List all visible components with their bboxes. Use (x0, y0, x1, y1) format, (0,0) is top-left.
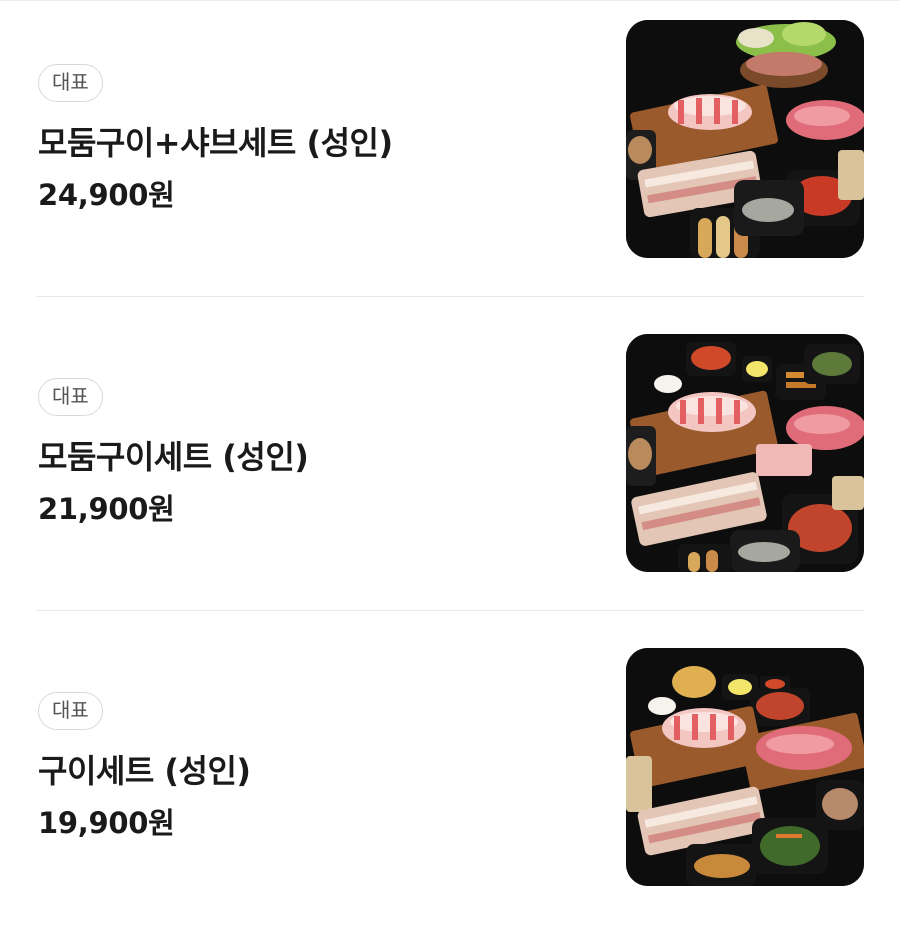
menu-item[interactable]: 대표 모둠구이+샤브세트 (성인) 24,900원 (0, 0, 900, 314)
menu-item-price: 19,900원 (38, 806, 175, 840)
row-divider (36, 610, 864, 611)
row-divider (36, 296, 864, 297)
meat-platter-image (626, 20, 864, 258)
meat-platter-image (626, 648, 864, 886)
menu-item[interactable]: 대표 구이세트 (성인) 19,900원 (0, 628, 900, 942)
menu-list: 대표 모둠구이+샤브세트 (성인) 24,900원 대표 모둠구이세트 (성인)… (0, 0, 900, 908)
menu-item-price: 24,900원 (38, 178, 175, 212)
menu-item-photo (626, 648, 864, 886)
signature-badge: 대표 (38, 64, 103, 102)
menu-item-price: 21,900원 (38, 492, 175, 526)
menu-item-name: 모둠구이+샤브세트 (성인) (38, 124, 393, 162)
menu-item-photo (626, 334, 864, 572)
menu-item-name: 모둠구이세트 (성인) (38, 438, 309, 476)
menu-item-name: 구이세트 (성인) (38, 752, 251, 790)
menu-item[interactable]: 대표 모둠구이세트 (성인) 21,900원 (0, 314, 900, 628)
meat-platter-image (626, 334, 864, 572)
signature-badge: 대표 (38, 378, 103, 416)
signature-badge: 대표 (38, 692, 103, 730)
menu-item-photo (626, 20, 864, 258)
